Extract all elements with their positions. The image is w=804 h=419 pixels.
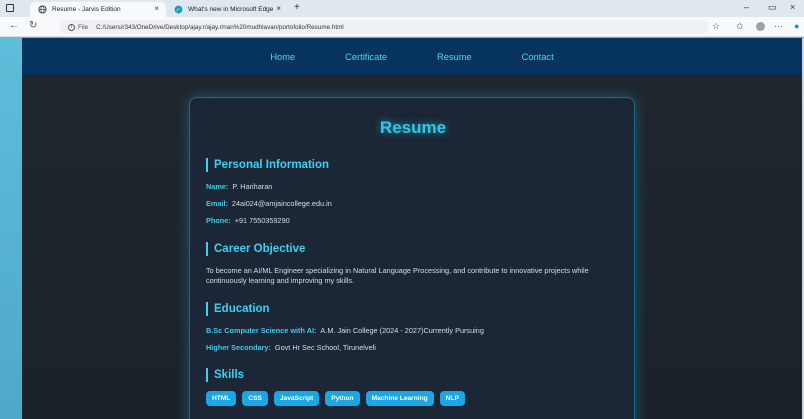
name-row: Name: P. Hariharan xyxy=(206,182,272,191)
tab-strip: Resume - Jarvis Edition × What's new in … xyxy=(0,0,804,17)
education-value: A.M. Jain College (2024 - 2027)Currently… xyxy=(320,326,484,335)
favorite-star-icon[interactable]: ☆ xyxy=(712,21,720,32)
resume-card: Resume Personal Information Name: P. Hari… xyxy=(189,97,635,419)
avatar[interactable] xyxy=(756,22,765,31)
phone-label: Phone: xyxy=(206,216,231,225)
skill-chip: JavaScript xyxy=(273,391,320,406)
tab-resume[interactable]: Resume - Jarvis Edition × xyxy=(30,2,166,17)
skill-chip: HTML xyxy=(206,391,237,406)
nav-certificate[interactable]: Certificate xyxy=(345,52,387,62)
favorites-icon[interactable]: ✩ xyxy=(736,21,744,32)
section-heading-personal: Personal Information xyxy=(206,158,329,172)
education-value: Govt Hr Sec School, Tirunelveli xyxy=(274,343,376,352)
phone-value: +91 7550359290 xyxy=(234,216,290,225)
email-label: Email: xyxy=(206,199,228,208)
education-item: B.Sc Computer Science with AI: A.M. Jain … xyxy=(206,326,484,335)
close-tab-icon[interactable]: × xyxy=(276,4,281,13)
skill-chip: CSS xyxy=(242,391,268,406)
restore-icon[interactable]: ▭ xyxy=(768,2,777,13)
minimize-icon[interactable]: – xyxy=(744,2,749,12)
skill-chip: Machine Learning xyxy=(365,391,434,406)
education-label: B.Sc Computer Science with AI: xyxy=(206,326,317,335)
info-icon[interactable]: i xyxy=(68,23,75,31)
url-text: C:/Users/r343/OneDrive/Desktop/ajay.r/aj… xyxy=(96,23,344,31)
phone-row: Phone: +91 7550359290 xyxy=(206,216,290,225)
new-tab-button[interactable]: + xyxy=(294,2,300,13)
section-heading-career: Career Objective xyxy=(206,242,305,256)
skill-chip: NLP xyxy=(439,391,465,406)
skills-list: HTML CSS JavaScript Python Machine Learn… xyxy=(206,391,465,406)
nav-contact[interactable]: Contact xyxy=(522,52,554,62)
copilot-icon[interactable]: ● xyxy=(794,21,799,31)
site-navbar: Home Certificate Resume Contact xyxy=(22,38,802,75)
section-heading-skills: Skills xyxy=(206,368,244,382)
browser-window: Resume - Jarvis Edition × What's new in … xyxy=(0,0,804,419)
career-objective-text: To become an AI/ML Engineer specializing… xyxy=(206,266,589,285)
tab-title: What's new in Microsoft Edge xyxy=(188,6,274,13)
skill-chip: Python xyxy=(325,391,360,406)
sidebar-toggle-icon[interactable] xyxy=(6,4,14,12)
nav-home[interactable]: Home xyxy=(270,52,295,62)
address-toolbar: ← ↻ i File C:/Users/r343/OneDrive/Deskto… xyxy=(0,17,804,37)
name-label: Name: xyxy=(206,182,229,191)
email-row: Email: 24ai024@amjaincollege.edu.in xyxy=(206,199,332,208)
more-options-icon[interactable]: ··· xyxy=(774,21,783,31)
back-arrow-icon[interactable]: ← xyxy=(9,20,19,31)
education-item: Higher Secondary: Govt Hr Sec School, Tir… xyxy=(206,343,376,352)
tab-edge-news[interactable]: What's new in Microsoft Edge × xyxy=(166,2,288,17)
page-title: Resume xyxy=(379,118,447,137)
nav-resume[interactable]: Resume xyxy=(437,52,472,62)
edge-logo-icon xyxy=(174,5,183,14)
name-value: P. Hariharan xyxy=(232,182,273,191)
close-tab-icon[interactable]: × xyxy=(154,4,159,13)
email-value: 24ai024@amjaincollege.edu.in xyxy=(231,199,332,208)
globe-icon xyxy=(38,5,47,14)
education-label: Higher Secondary: xyxy=(206,343,271,352)
section-heading-education: Education xyxy=(206,302,270,316)
address-bar[interactable]: i File C:/Users/r343/OneDrive/Desktop/aj… xyxy=(60,20,708,34)
close-window-icon[interactable]: × xyxy=(790,2,795,12)
webpage: Home Certificate Resume Contact Resume P… xyxy=(22,38,802,419)
file-scheme-label: File xyxy=(78,23,89,31)
refresh-icon[interactable]: ↻ xyxy=(29,20,37,31)
tab-title: Resume - Jarvis Edition xyxy=(52,6,121,13)
